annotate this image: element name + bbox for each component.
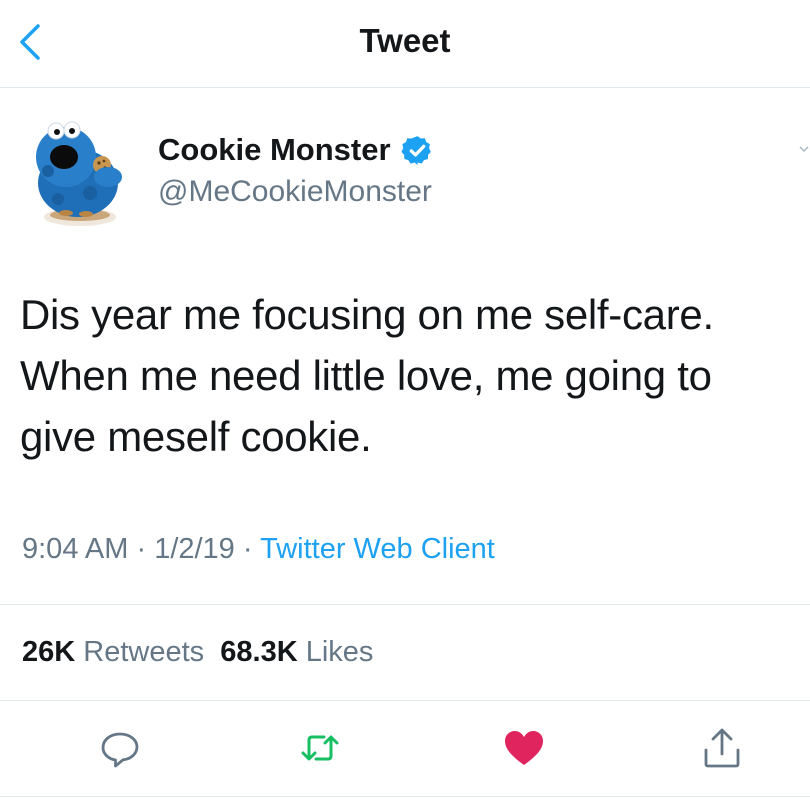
divider (0, 604, 810, 605)
retweet-icon (301, 735, 339, 761)
tweet-text: Dis year me focusing on me self-care. Wh… (20, 284, 795, 467)
likes-label: Likes (305, 636, 374, 668)
verified-badge-icon (400, 135, 431, 165)
tweet-client-link[interactable]: Twitter Web Client (260, 533, 495, 565)
meta-separator: · (234, 533, 261, 565)
share-icon (704, 728, 740, 768)
chevron-down-icon[interactable] (798, 142, 810, 156)
tweet-time: 9:04 AM (22, 533, 129, 565)
retweet-button[interactable] (298, 726, 342, 770)
reply-button[interactable] (98, 726, 142, 770)
tweet-stats: 26K Retweets 68.3K Likes (22, 636, 373, 669)
author-name[interactable]: Cookie Monster (158, 132, 391, 168)
meta-separator: · (128, 533, 155, 565)
avatar[interactable] (26, 113, 138, 231)
author-name-row[interactable]: Cookie Monster (158, 132, 434, 168)
share-button[interactable] (700, 726, 744, 770)
tweet-text-line: Dis year me focusing on me self-care. (20, 291, 714, 338)
tweet-meta: 9:04 AM · 1/2/19 · Twitter Web Client (22, 533, 495, 566)
divider (0, 796, 810, 797)
tweet-text-line: give meself cookie. (20, 413, 372, 460)
tweet-date: 1/2/19 (154, 533, 235, 565)
page-title: Tweet (359, 22, 451, 59)
likes-count: 68.3K (220, 636, 298, 668)
reply-icon (101, 732, 139, 768)
retweets-label: Retweets (83, 636, 205, 668)
retweets-stat[interactable]: 26K Retweets (22, 636, 204, 668)
tweet-text-line: When me need little love, me going to (20, 352, 712, 399)
like-button[interactable] (502, 726, 546, 770)
likes-stat[interactable]: 68.3K Likes (220, 636, 373, 668)
author-handle[interactable]: @MeCookieMonster (158, 175, 432, 209)
retweets-count: 26K (22, 636, 76, 668)
heart-icon (505, 731, 543, 765)
divider (0, 700, 810, 701)
nav-bar: Tweet (0, 0, 810, 88)
